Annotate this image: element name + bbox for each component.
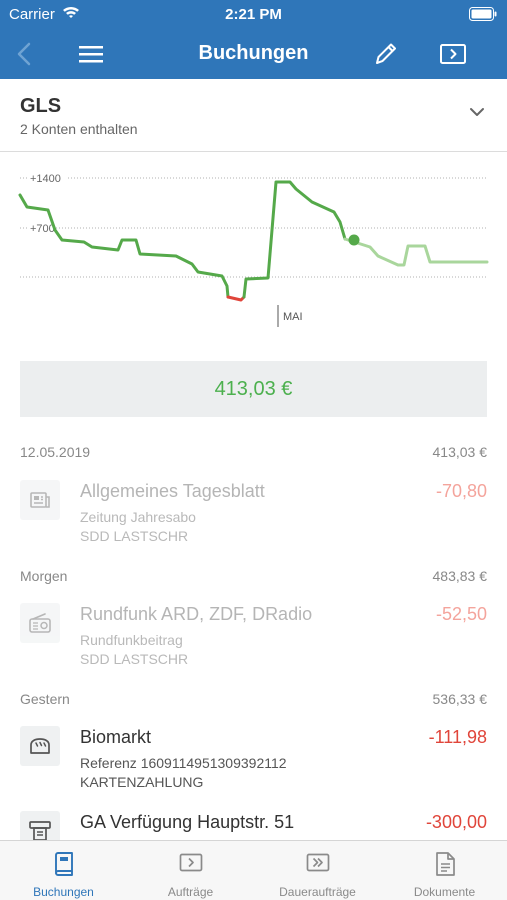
transaction-amount: -300,00 [425, 812, 487, 832]
transaction-row[interactable]: Biomarkt Referenz 1609114951309392112 KA… [0, 720, 507, 810]
status-bar: Carrier 2:21 PM [0, 0, 507, 30]
tab-buchungen[interactable]: Buchungen [0, 841, 127, 900]
group-sum: 413,03 € [432, 444, 488, 460]
book-icon [54, 852, 73, 876]
transfer-icon [179, 853, 202, 872]
transaction-type: SDD LASTSCHR [80, 528, 189, 544]
tab-dokumente[interactable]: Dokumente [381, 841, 507, 900]
group-sum: 536,33 € [432, 691, 488, 707]
transaction-description: Rundfunkbeitrag [80, 632, 183, 648]
group-header: 12.05.2019 413,03 € [0, 436, 507, 466]
transaction-row[interactable]: Allgemeines Tagesblatt Zeitung Jahresabo… [0, 474, 507, 564]
transaction-description: Zeitung Jahresabo [80, 509, 196, 525]
account-subtitle: 2 Konten enthalten [20, 121, 138, 137]
balance-line-forecast [343, 237, 489, 267]
document-icon [435, 852, 455, 876]
newspaper-icon [20, 480, 60, 520]
group-date: 12.05.2019 [20, 444, 91, 460]
y-tick-label-700: +700 [30, 223, 55, 235]
balance-chart: +1400 +700 MAI [18, 169, 489, 327]
group-date: Gestern [20, 691, 70, 707]
tab-auftraege[interactable]: Aufträge [127, 841, 254, 900]
month-marker-label: MAI [283, 311, 303, 323]
balance-line-recovery [242, 180, 347, 299]
tab-label: Daueraufträge [279, 885, 356, 899]
transaction-title: Allgemeines Tagesblatt [80, 481, 265, 501]
pencil-icon[interactable] [372, 40, 398, 68]
balance-line-negative [226, 295, 246, 302]
balance-line-past [18, 193, 230, 299]
standing-order-icon [306, 853, 329, 872]
account-selector[interactable]: GLS 2 Konten enthalten [0, 79, 507, 152]
navigation-bar: Buchungen [0, 30, 507, 79]
transaction-title: Biomarkt [80, 727, 152, 747]
balance-value: 413,03 € [214, 378, 293, 400]
transaction-type: KARTENZAHLUNG [80, 774, 204, 790]
tab-label: Dokumente [413, 885, 476, 899]
chevron-down-icon[interactable] [467, 104, 487, 120]
transaction-amount: -52,50 [435, 604, 487, 624]
today-marker [348, 234, 360, 246]
tab-bar: Buchungen Aufträge Daueraufträge Dokumen… [0, 840, 507, 900]
transaction-amount: -70,80 [435, 481, 487, 501]
transaction-description: Referenz 1609114951309392112 [80, 755, 287, 771]
group-header: Morgen 483,83 € [0, 560, 507, 590]
transaction-title: Rundfunk ARD, ZDF, DRadio [80, 604, 313, 624]
transaction-title: GA Verfügung Hauptstr. 51 [80, 812, 295, 832]
transaction-type: SDD LASTSCHR [80, 651, 189, 667]
tab-label: Buchungen [33, 885, 94, 899]
transaction-amount: -111,98 [428, 727, 487, 747]
clock: 2:21 PM [225, 6, 282, 23]
y-tick-label-1400: +1400 [30, 173, 61, 185]
account-name: GLS [20, 95, 62, 117]
radio-icon [20, 603, 60, 643]
tab-dauerauftraege[interactable]: Daueraufträge [254, 841, 381, 900]
group-sum: 483,83 € [432, 568, 488, 584]
page-title: Buchungen [198, 42, 309, 64]
transaction-row[interactable]: Rundfunk ARD, ZDF, DRadio Rundfunkbeitra… [0, 597, 507, 687]
tab-label: Aufträge [167, 885, 214, 899]
battery-icon [469, 7, 497, 21]
transfer-icon[interactable] [438, 40, 468, 68]
bread-icon [20, 726, 60, 766]
group-header: Gestern 536,33 € [0, 683, 507, 713]
balance-summary: 413,03 € [20, 361, 487, 417]
group-date: Morgen [20, 568, 68, 584]
